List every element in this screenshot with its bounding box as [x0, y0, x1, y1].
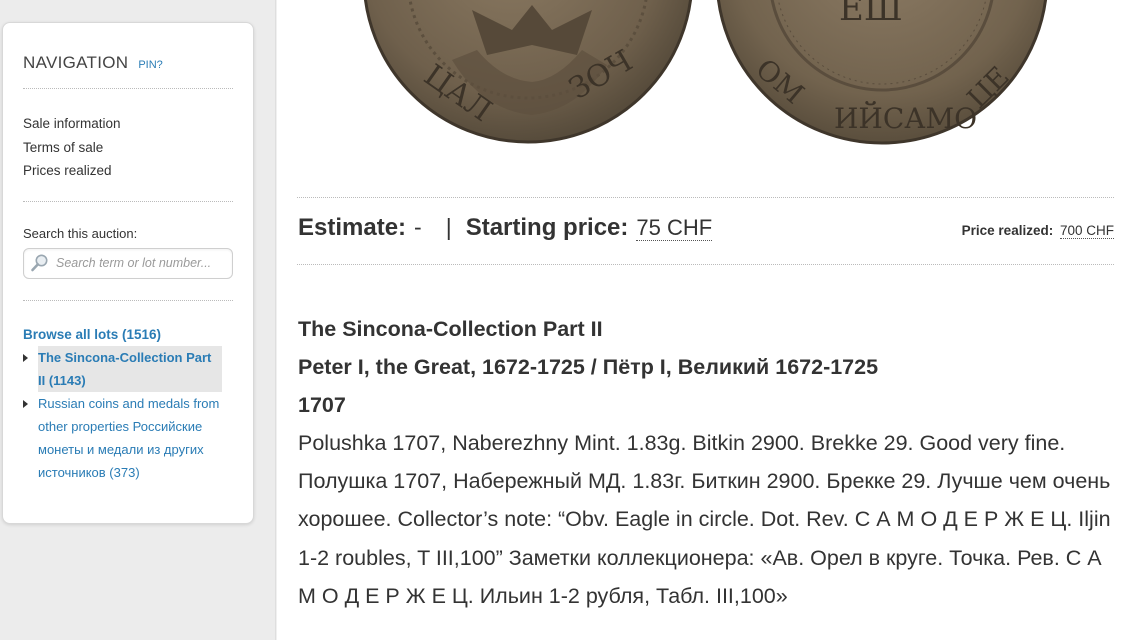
divider — [23, 88, 233, 89]
starting-price-value[interactable]: 75 CHF — [636, 216, 713, 241]
price-realized: Price realized: 700 CHF — [961, 223, 1114, 239]
coin-obverse-image[interactable]: ЦАЛ ЗОЧ — [362, 0, 694, 146]
price-row: Estimate: - | Starting price: 75 CHF Pri… — [298, 214, 1114, 248]
divider — [297, 197, 1114, 198]
lot-details: The Sincona-Collection Part II Peter I, … — [298, 310, 1118, 615]
navigation-header: NAVIGATION PIN? — [23, 53, 233, 73]
pin-link[interactable]: PIN? — [138, 59, 162, 71]
estimate-value: - — [414, 214, 422, 240]
svg-text:ИЙСАМО: ИЙСАМО — [834, 101, 977, 135]
lot-collection-heading: The Sincona-Collection Part II — [298, 317, 603, 341]
bullet-icon — [23, 353, 28, 362]
starting-price-label: Starting price: — [465, 214, 629, 241]
lot-description: Polushka 1707, Naberezhny Mint. 1.83g. B… — [298, 431, 1111, 608]
terms-of-sale-link[interactable]: Terms of sale — [23, 136, 233, 160]
coin-images: ЦАЛ ЗОЧ ЕШ ОМ ИЙСАМО ЦЕ — [277, 0, 1136, 160]
category-list: The Sincona-Collection Part II (1143) Ru… — [23, 345, 233, 484]
search-icon — [30, 253, 50, 273]
divider — [297, 264, 1114, 265]
bullet-icon — [23, 399, 28, 408]
price-realized-label: Price realized: — [961, 223, 1054, 238]
divider — [23, 299, 233, 301]
coin-reverse-image[interactable]: ЕШ ОМ ИЙСАМО ЦЕ — [714, 0, 1050, 146]
search-box[interactable] — [23, 247, 233, 279]
sale-information-link[interactable]: Sale information — [23, 112, 233, 136]
main-content: ЦАЛ ЗОЧ ЕШ ОМ ИЙСАМО ЦЕ Estimate: - | St… — [277, 0, 1136, 640]
divider — [23, 200, 233, 202]
category-link-russian-coins[interactable]: Russian coins and medals from other prop… — [38, 392, 233, 484]
svg-text:ЕШ: ЕШ — [839, 0, 903, 29]
nav-links: Sale information Terms of sale Prices re… — [23, 112, 233, 183]
search-label: Search this auction: — [23, 225, 138, 241]
category-item: Russian coins and medals from other prop… — [23, 392, 233, 484]
left-column: NAVIGATION PIN? Sale information Terms o… — [0, 0, 276, 640]
navigation-panel: NAVIGATION PIN? Sale information Terms o… — [2, 22, 254, 524]
search-input[interactable] — [56, 256, 226, 270]
prices-realized-link[interactable]: Prices realized — [23, 159, 233, 183]
lot-year-heading: 1707 — [298, 393, 346, 417]
price-realized-value[interactable]: 700 CHF — [1059, 223, 1114, 239]
browse-all-lots-link[interactable]: Browse all lots (1516) — [23, 327, 233, 342]
navigation-title: NAVIGATION — [23, 53, 129, 72]
lot-ruler-heading: Peter I, the Great, 1672-1725 / Пётр I, … — [298, 355, 879, 379]
category-item: The Sincona-Collection Part II (1143) — [23, 345, 233, 392]
price-separator: | — [445, 214, 452, 240]
category-link-sincona[interactable]: The Sincona-Collection Part II (1143) — [38, 345, 222, 392]
estimate-label: Estimate: — [298, 214, 407, 241]
